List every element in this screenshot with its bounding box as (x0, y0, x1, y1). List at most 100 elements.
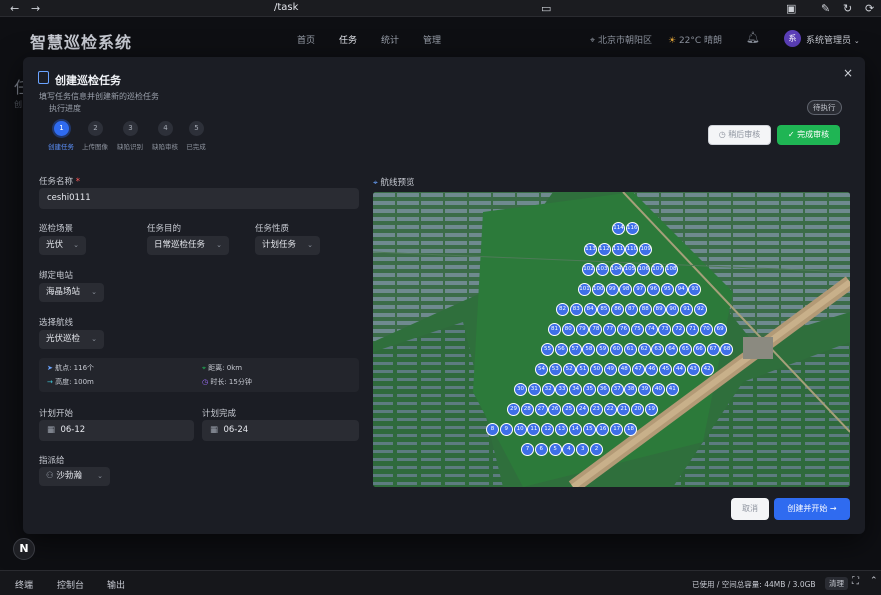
step-3-label: 缺陷识别 (117, 143, 143, 151)
waypoint-marker: 95 (660, 283, 674, 296)
nav-stats[interactable]: 统计 (381, 33, 399, 46)
required-mark: * (75, 177, 80, 187)
task-name-label: 任务名称 * (39, 175, 80, 187)
chevron-down-icon: ⌄ (91, 288, 97, 296)
n-logo-button[interactable]: N (13, 538, 35, 560)
chevron-down-icon: ⌄ (307, 241, 313, 249)
waypoint-marker: 80 (561, 323, 575, 336)
create-task-modal: 创建巡检任务 填写任务信息并创建新的巡检任务 × 执行进度 1 创建任务 2 上… (23, 57, 865, 534)
step-3: 3 (123, 121, 138, 136)
cancel-button[interactable]: 取消 (731, 498, 769, 520)
waypoint-marker: 29 (507, 403, 520, 416)
edit-icon[interactable]: ✎ (821, 2, 830, 15)
tab-terminal[interactable]: 终端 (15, 578, 33, 591)
devices-icon[interactable]: ▣ (786, 2, 796, 15)
bell-icon[interactable]: 🔔︎ (746, 31, 760, 44)
route-preview-map[interactable]: 114 116 113 112 111 110 109 102 103 104 105 106 107 1… (373, 192, 850, 487)
step-5-label: 已完成 (186, 143, 206, 151)
waypoint-marker: 36 (596, 383, 610, 396)
waypoint-marker: 102 (582, 263, 595, 276)
cast-icon[interactable]: ▭ (541, 2, 551, 15)
distance-info: ⌖ 距离: 0km (202, 363, 242, 373)
waypoint-marker: 55 (541, 343, 554, 356)
waypoints-text: 航点: 116个 (55, 364, 95, 372)
waypoint-marker: 74 (644, 323, 658, 336)
chevron-down-icon: ⌄ (73, 241, 79, 249)
map-pin-icon: ⌖ (373, 178, 381, 188)
avatar[interactable]: 系 (784, 30, 801, 47)
waypoint-marker: 31 (527, 383, 541, 396)
location: ⌖ 北京市朝阳区 (590, 33, 652, 46)
scene-label: 巡检场景 (39, 224, 74, 234)
refresh-icon[interactable]: ↻ (843, 2, 852, 15)
waypoint-marker: 66 (692, 343, 706, 356)
weather: ☀ 22°C 晴朗 (668, 33, 722, 46)
task-name-input[interactable]: ceshi0111 (39, 188, 359, 209)
close-icon[interactable]: × (843, 66, 853, 80)
chevron-down-icon: ⌄ (91, 335, 97, 343)
review-later-button[interactable]: ◷ 稍后审核 (708, 125, 771, 145)
nav-manage[interactable]: 管理 (423, 33, 441, 46)
chevron-down-icon: ⌄ (853, 37, 860, 45)
end-date-input[interactable]: ▦ 06-24 (202, 420, 359, 441)
step-4: 4 (158, 121, 173, 136)
waypoint-marker: 9 (499, 423, 513, 436)
route-label: 选择航线 (39, 318, 74, 328)
user-menu[interactable]: 系统管理员 ⌄ (806, 33, 860, 46)
step-2: 2 (88, 121, 103, 136)
waypoint-marker: 84 (583, 303, 597, 316)
waypoint-marker: 49 (604, 363, 617, 376)
waypoint-marker: 41 (665, 383, 679, 396)
waypoint-marker: 89 (652, 303, 666, 316)
waypoint-marker: 79 (575, 323, 589, 336)
create-button-label: 创建并开始 (787, 504, 828, 513)
sun-icon: ☀ (668, 36, 679, 46)
route-select[interactable]: 光伏巡检 ⌄ (39, 330, 104, 349)
duration-info: ◷ 时长: 15分钟 (202, 377, 252, 387)
weather-text: 22°C 晴朗 (678, 36, 723, 46)
station-label: 绑定电站 (39, 271, 74, 281)
fullscreen-icon[interactable]: ⛶ (852, 576, 859, 587)
clear-button[interactable]: 清理 (825, 577, 848, 590)
waypoint-marker: 14 (568, 423, 582, 436)
purpose-select[interactable]: 日常巡检任务 ⌄ (147, 236, 229, 255)
nav-tasks[interactable]: 任务 (339, 33, 357, 46)
waypoint-marker: 111 (611, 243, 625, 256)
waypoint-marker: 100 (591, 283, 605, 296)
scene-select[interactable]: 光伏 ⌄ (39, 236, 86, 255)
assignee-select[interactable]: ⚇ 沙勃瀚 ⌄ (39, 467, 110, 486)
waypoint-marker: 92 (694, 303, 707, 316)
expand-icon[interactable]: ⌃ (870, 576, 878, 586)
back-arrow-icon[interactable]: ← (10, 2, 19, 15)
waypoint-marker: 40 (652, 383, 665, 396)
bottom-panel-bar: 终端 控制台 输出 已使用 / 空间总容量: 44MB / 3.0GB 清理 ⛶… (0, 570, 881, 595)
address-bar[interactable]: /task (274, 2, 298, 13)
route-value: 光伏巡检 (46, 334, 81, 344)
waypoints-info: ➤ 航点: 116个 (47, 363, 94, 373)
tab-console[interactable]: 控制台 (57, 578, 84, 591)
waypoint-marker: 88 (638, 303, 652, 316)
arrow-icon: → (47, 378, 56, 386)
start-date-input[interactable]: ▦ 06-12 (39, 420, 194, 441)
waypoint-marker: 5 (548, 443, 562, 456)
nature-select[interactable]: 计划任务 ⌄ (255, 236, 320, 255)
complete-review-button[interactable]: ✓ 完成审核 (777, 125, 840, 145)
storage-usage: 已使用 / 空间总容量: 44MB / 3.0GB (692, 580, 816, 589)
waypoint-marker: 75 (630, 323, 644, 336)
station-select[interactable]: 海晶场站 ⌄ (39, 283, 104, 302)
nav-home[interactable]: 首页 (297, 33, 315, 46)
duration-text: 时长: 15分钟 (210, 378, 252, 386)
purpose-label: 任务目的 (147, 224, 182, 234)
sync-icon[interactable]: ⟳ (865, 2, 874, 15)
tab-output[interactable]: 输出 (107, 578, 125, 591)
forward-arrow-icon[interactable]: → (31, 2, 40, 15)
create-and-start-button[interactable]: 创建并开始 → (774, 498, 850, 520)
waypoint-marker: 2 (590, 443, 603, 456)
waypoint-marker: 37 (610, 383, 624, 396)
nature-label: 任务性质 (255, 224, 290, 234)
height-info: → 高度: 100m (47, 377, 94, 387)
waypoint-marker: 18 (624, 423, 637, 436)
waypoint-marker: 60 (610, 343, 623, 356)
waypoint-marker: 53 (548, 363, 562, 376)
step-2-label: 上传图像 (82, 143, 108, 151)
